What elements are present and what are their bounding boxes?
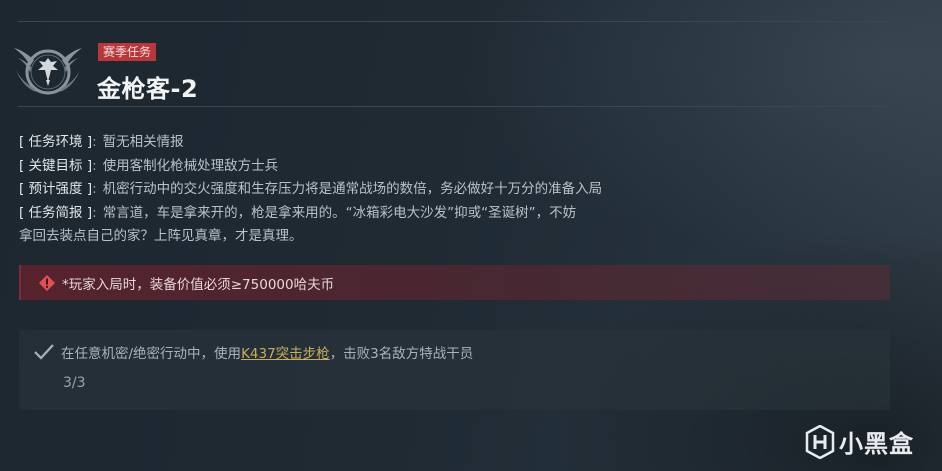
mission-title: 金枪客-2: [97, 75, 199, 103]
info-value: 常言道，车是拿来开的，枪是拿来用的。“冰箱彩电大沙发”抑或“圣诞树”，不妨: [102, 204, 577, 221]
header-divider: [18, 106, 890, 107]
task-objective-row: 在任意机密/绝密行动中，使用K437突击步枪，击败3名敌方特战干员: [33, 342, 473, 362]
info-separator: :: [92, 204, 97, 221]
info-key: [ 任务简报 ]: [19, 204, 93, 221]
season-task-tag: 赛季任务: [98, 43, 157, 61]
info-separator: :: [92, 157, 97, 174]
warning-diamond-icon: [38, 274, 56, 292]
xiaoheihe-logo-icon: [805, 424, 835, 459]
top-divider: [18, 21, 890, 22]
info-separator: :: [92, 134, 97, 150]
info-row-environment: [ 任务环境 ]: 暂无相关情报: [19, 131, 739, 155]
info-key: [ 任务环境 ]: [19, 134, 93, 150]
weapon-link[interactable]: K437突击步枪: [241, 346, 330, 362]
info-row-briefing: [ 任务简报 ]: 常言道，车是拿来开的，枪是拿来用的。“冰箱彩电大沙发”抑或“圣…: [19, 202, 739, 226]
info-separator: :: [92, 181, 97, 197]
info-value: 暂无相关情报: [102, 134, 184, 150]
task-progress: 3/3: [63, 375, 86, 391]
entry-requirement-text: *玩家入局时，装备价值必须≥750000哈夫币: [62, 276, 335, 293]
xiaoheihe-watermark: 小黑盒: [805, 424, 914, 459]
task-objective-card: 在任意机密/绝密行动中，使用K437突击步枪，击败3名敌方特战干员 3/3: [19, 330, 890, 410]
watermark-text: 小黑盒: [839, 430, 914, 458]
entry-requirement-banner: *玩家入局时，装备价值必须≥750000哈夫币: [19, 265, 890, 300]
info-briefing-continuation: 拿回去装点自己的家？上阵见真章，才是真理。: [19, 228, 303, 244]
task-prefix: 在任意机密/绝密行动中，使用: [61, 346, 242, 362]
info-row-intensity: [ 预计强度 ]: 机密行动中的交火强度和生存压力将是通常战场的数倍，务必做好十万…: [19, 178, 739, 202]
task-description: 在任意机密/绝密行动中，使用K437突击步枪，击败3名敌方特战干员: [61, 342, 473, 362]
info-row-objective: [ 关键目标 ]: 使用客制化枪械处理敌方士兵: [19, 155, 739, 179]
eagle-emblem-icon: [14, 48, 82, 95]
check-icon: [34, 344, 54, 360]
info-value: 机密行动中的交火强度和生存压力将是通常战场的数倍，务必做好十万分的准备入局: [102, 181, 603, 197]
mission-info: [ 任务环境 ]: 暂无相关情报 [ 关键目标 ]: 使用客制化枪械处理敌方士兵 […: [19, 131, 739, 249]
info-key: [ 关键目标 ]: [19, 157, 93, 174]
info-key: [ 预计强度 ]: [19, 181, 93, 197]
info-value: 使用客制化枪械处理敌方士兵: [102, 157, 279, 174]
task-suffix: ，击败3名敌方特战干员: [329, 346, 474, 362]
